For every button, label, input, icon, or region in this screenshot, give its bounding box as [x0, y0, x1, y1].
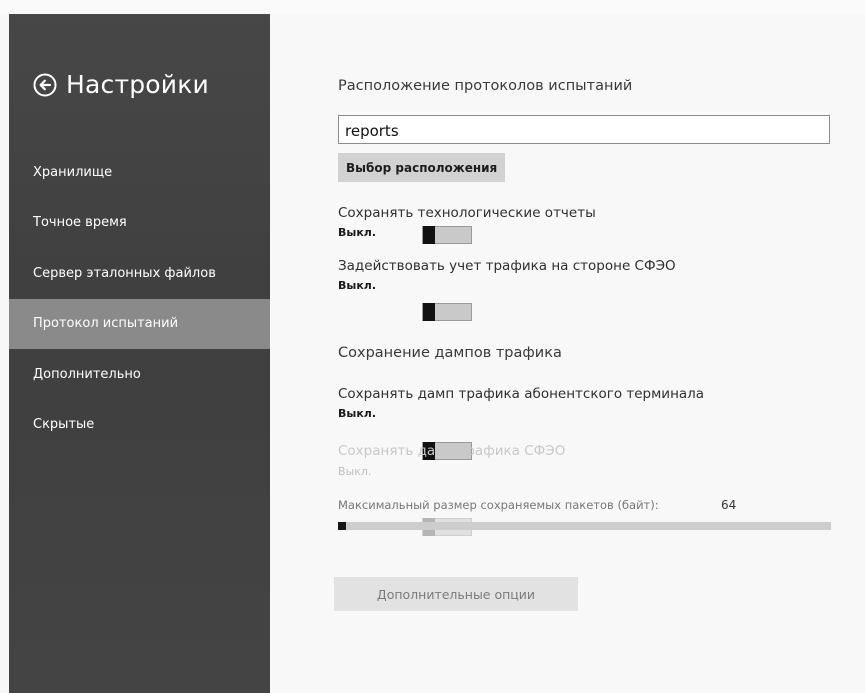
tech-reports-label: Сохранять технологические отчеты	[338, 205, 596, 221]
choose-location-button[interactable]: Выбор расположения	[338, 153, 506, 182]
sidebar-item-precise-time[interactable]: Точное время	[9, 198, 270, 249]
settings-content: Расположение протоколов испытаний Выбор …	[270, 14, 865, 693]
sfeo-dump-state: Выкл.	[338, 465, 372, 478]
sidebar-item-reference-server[interactable]: Сервер эталонных файлов	[9, 248, 270, 299]
sfeo-dump-label: Сохранять дамп трафика СФЭО	[338, 443, 566, 459]
tech-reports-toggle[interactable]	[422, 226, 472, 244]
packet-size-slider-fill	[338, 522, 346, 530]
packet-size-value: 64	[721, 498, 737, 512]
traffic-dumps-heading: Сохранение дампов трафика	[338, 345, 562, 361]
sidebar-header: Настройки	[33, 70, 209, 99]
more-options-button[interactable]: Дополнительные опции	[334, 577, 578, 611]
sidebar-item-test-protocol[interactable]: Протокол испытаний	[9, 298, 270, 349]
terminal-dump-label: Сохранять дамп трафика абонентского терм…	[338, 386, 705, 402]
window-top-strip	[0, 0, 865, 14]
reports-path-input[interactable]	[338, 115, 830, 144]
sidebar-item-storage[interactable]: Хранилище	[9, 147, 270, 198]
settings-nav-list: Хранилище Точное время Сервер эталонных …	[9, 147, 270, 450]
packet-size-slider[interactable]	[338, 522, 831, 530]
traffic-accounting-toggle[interactable]	[422, 303, 472, 321]
toggle-thumb	[423, 226, 435, 244]
back-arrow-circle-icon[interactable]	[33, 73, 57, 97]
tech-reports-state: Выкл.	[338, 226, 377, 239]
sidebar-title: Настройки	[66, 70, 209, 99]
traffic-accounting-state: Выкл.	[338, 279, 377, 292]
toggle-thumb	[423, 303, 435, 321]
packet-size-label: Максимальный размер сохраняемых пакетов …	[338, 498, 659, 512]
sidebar-item-hidden[interactable]: Скрытые	[9, 400, 270, 451]
settings-sidebar: Настройки Хранилище Точное время Сервер …	[9, 14, 270, 693]
terminal-dump-state: Выкл.	[338, 407, 377, 420]
traffic-accounting-label: Задействовать учет трафика на стороне СФ…	[338, 258, 676, 274]
reports-location-heading: Расположение протоколов испытаний	[338, 78, 633, 94]
sidebar-item-additional[interactable]: Дополнительно	[9, 349, 270, 400]
